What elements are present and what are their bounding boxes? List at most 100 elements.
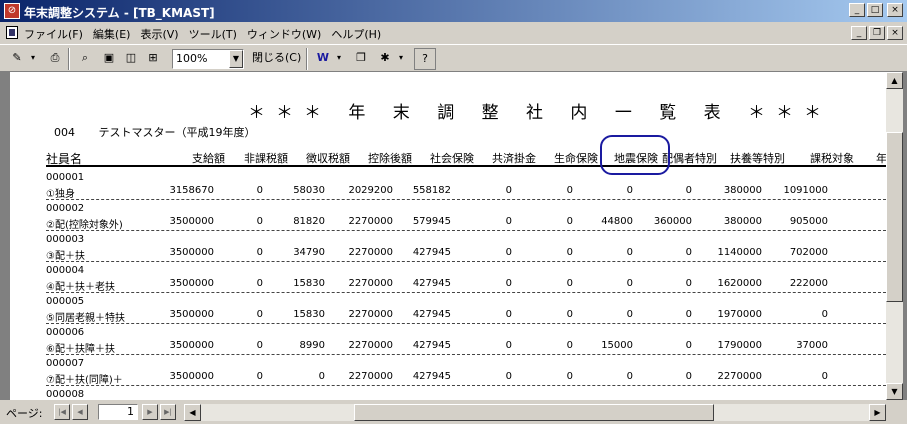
scroll-left-icon[interactable]: ◀ (184, 404, 201, 421)
one-page-icon[interactable]: ▣ (98, 48, 120, 70)
cell-withheld: 8990 (299, 340, 325, 351)
multiple-pages-icon[interactable]: ⊞ (142, 48, 164, 70)
vertical-scrollbar[interactable]: ▲ ▼ (886, 72, 903, 400)
employee-name: ④配＋扶＋老扶 (46, 282, 115, 293)
employee-name: ②配(控除対象外) (46, 220, 123, 231)
document-area: ＊＊＊ 年 末 調 整 社 内 一 覧 表 ＊＊＊ 004 テストマスター（平成… (0, 72, 907, 424)
chevron-down-icon[interactable]: ▾ (334, 48, 344, 70)
table-row: 000001 ①独身 3158670 0 58030 2029200 558182 0 0 0 0 3… (46, 169, 886, 200)
toolbar: ✎ ▾ ⎙ ⌕ ▣ ◫ ⊞ 100% ▼ 閉じる(C) W ▾ ❐ ✱ ▾ ? (0, 44, 907, 72)
header-mutual: 共済掛金 (492, 152, 536, 165)
cell-quake: 0 (626, 309, 633, 320)
employee-name: ⑦配＋扶(同障)＋ (46, 375, 123, 386)
scroll-down-icon[interactable]: ▼ (886, 383, 903, 400)
cell-life: 0 (566, 340, 573, 351)
title-bar: ⊘ 年末調整システム - [TB_KMAST] _ □ × (0, 0, 907, 22)
scroll-right-icon[interactable]: ▶ (869, 404, 886, 421)
cell-mutual: 0 (505, 371, 512, 382)
menu-help[interactable]: ヘルプ(H) (331, 26, 381, 42)
menu-bar: ファイル(F) 編集(E) 表示(V) ツール(T) ウィンドウ(W) ヘルプ(… (0, 22, 907, 44)
scroll-up-icon[interactable]: ▲ (886, 72, 903, 89)
header-life: 生命保険 (554, 152, 598, 165)
menu-file[interactable]: ファイル(F) (24, 26, 83, 42)
database-window-icon[interactable]: ❐ (350, 48, 372, 70)
status-bar: ページ: |◀ ◀ 1 ▶ ▶| ◀ ▶ (0, 400, 907, 424)
cell-spouse: 360000 (653, 216, 692, 227)
last-page-icon[interactable]: ▶| (160, 404, 176, 420)
design-view-icon[interactable]: ✎ (6, 48, 28, 70)
cell-social: 427945 (412, 309, 451, 320)
maximize-button[interactable]: □ (867, 3, 883, 17)
word-export-icon[interactable]: W (312, 48, 334, 70)
table-row: 000002 ②配(控除対象外) 3500000 0 81820 2270000 57994… (46, 200, 886, 231)
document-icon[interactable] (6, 26, 18, 39)
employee-code: 000007 (46, 358, 85, 369)
company-name: テストマスター（平成19年度） (98, 126, 256, 139)
cell-mutual: 0 (505, 247, 512, 258)
cell-spouse: 0 (685, 340, 692, 351)
next-page-icon[interactable]: ▶ (142, 404, 158, 420)
header-extra: 年 (876, 152, 886, 165)
first-page-icon[interactable]: |◀ (54, 404, 70, 420)
horizontal-scroll-thumb[interactable] (354, 404, 714, 421)
header-after-deduct: 控除後額 (368, 152, 412, 165)
header-salary: 支給額 (192, 152, 225, 165)
toolbar-separator (68, 48, 70, 70)
doc-close-button[interactable]: × (887, 26, 903, 40)
cell-social: 427945 (412, 371, 451, 382)
menu-tools[interactable]: ツール(T) (189, 26, 237, 42)
header-withheld: 徴収税額 (306, 152, 350, 165)
cell-spouse: 0 (685, 309, 692, 320)
cell-withheld: 81820 (293, 216, 325, 227)
cell-dependents: 1970000 (717, 309, 762, 320)
close-window-button[interactable]: × (887, 3, 903, 17)
chevron-down-icon[interactable]: ▾ (396, 48, 406, 70)
cell-nontax: 0 (256, 278, 263, 289)
cell-spouse: 0 (685, 371, 692, 382)
prev-page-icon[interactable]: ◀ (72, 404, 88, 420)
chevron-down-icon[interactable]: ▾ (28, 48, 38, 70)
cell-spouse: 0 (685, 185, 692, 196)
help-icon[interactable]: ? (414, 48, 436, 70)
cell-dependents: 2270000 (717, 371, 762, 382)
employee-code: 000006 (46, 327, 85, 338)
cell-nontax: 0 (256, 216, 263, 227)
cell-withheld: 15830 (293, 278, 325, 289)
cell-dependents: 1140000 (717, 247, 762, 258)
print-icon[interactable]: ⎙ (44, 48, 66, 70)
cell-spouse: 0 (685, 247, 692, 258)
cell-mutual: 0 (505, 340, 512, 351)
minimize-button[interactable]: _ (849, 3, 865, 17)
doc-restore-button[interactable]: ❐ (869, 26, 885, 40)
cell-life: 0 (566, 371, 573, 382)
cell-social: 427945 (412, 278, 451, 289)
cell-nontax: 0 (256, 185, 263, 196)
cell-dependents: 1620000 (717, 278, 762, 289)
zoom-select[interactable]: 100% ▼ (172, 49, 244, 69)
report-page: ＊＊＊ 年 末 調 整 社 内 一 覧 表 ＊＊＊ 004 テストマスター（平成… (10, 72, 886, 400)
cell-spouse: 0 (685, 278, 692, 289)
table-row: 000007 ⑦配＋扶(同障)＋ 3500000 0 0 2270000 427945 0 0 0… (46, 355, 886, 386)
table-row: 000003 ③配＋扶 3500000 0 34790 2270000 427945 0 0 0 0… (46, 231, 886, 262)
app-icon[interactable]: ⊘ (4, 3, 20, 19)
horizontal-scrollbar[interactable]: ◀ ▶ (184, 404, 886, 421)
cell-quake: 0 (626, 247, 633, 258)
menu-view[interactable]: 表示(V) (140, 26, 178, 42)
menu-window[interactable]: ウィンドウ(W) (247, 26, 321, 42)
close-preview-button[interactable]: 閉じる(C) (250, 48, 303, 70)
zoom-icon[interactable]: ⌕ (74, 48, 96, 70)
cell-social: 427945 (412, 340, 451, 351)
vertical-scroll-thumb[interactable] (886, 132, 903, 302)
menu-edit[interactable]: 編集(E) (93, 26, 131, 42)
chevron-down-icon[interactable]: ▼ (229, 50, 243, 68)
new-object-icon[interactable]: ✱ (374, 48, 396, 70)
zoom-value: 100% (176, 52, 208, 65)
doc-minimize-button[interactable]: _ (851, 26, 867, 40)
two-pages-icon[interactable]: ◫ (120, 48, 142, 70)
page-number-input[interactable]: 1 (98, 404, 138, 420)
table-row: 000004 ④配＋扶＋老扶 3500000 0 15830 2270000 427945 0… (46, 262, 886, 293)
cell-taxable: 702000 (789, 247, 828, 258)
employee-code: 000008 (46, 389, 85, 400)
employee-name: ⑥配＋扶障＋扶 (46, 344, 115, 355)
company-code: 004 (54, 126, 75, 139)
